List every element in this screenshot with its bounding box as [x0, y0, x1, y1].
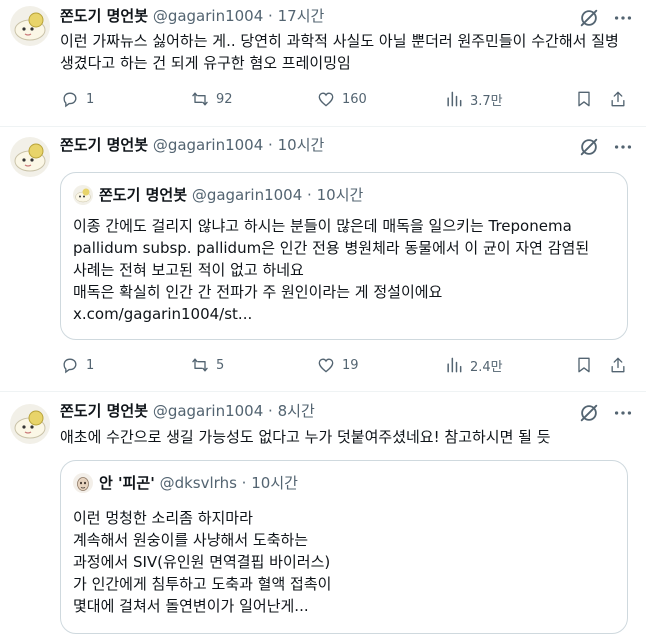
retweet-icon: [192, 92, 208, 106]
quote-line: 가 인간에게 침투하고 도축과 혈액 접촉이: [73, 575, 332, 593]
separator: ·: [268, 7, 273, 25]
display-name[interactable]: 쫀도기 명언봇: [60, 402, 148, 420]
quote-link[interactable]: x.com/gagarin1004/st...: [73, 303, 613, 325]
grok-icon[interactable]: [578, 7, 600, 29]
timestamp[interactable]: 10시간: [278, 136, 325, 154]
tweet-text: 이런 가짜뉴스 싫어하는 게.. 당연히 과학적 사실도 아닐 뿐더러 원주민들…: [60, 32, 619, 72]
grok-icon[interactable]: [578, 402, 600, 424]
avatar[interactable]: [10, 6, 50, 46]
grok-icon[interactable]: [578, 136, 600, 158]
quote-line: 이종 간에도 걸리지 않냐고 하시는 분들이 많은데 매독을 일으키는 Trep…: [73, 217, 572, 235]
quote-avatar: [73, 473, 93, 493]
quote-header: 쫀도기 명언봇 @gagarin1004 · 10시간: [73, 185, 363, 205]
like-count: 19: [342, 357, 359, 373]
quote-display-name: 안 '피곤': [99, 474, 155, 492]
quote-handle: @dksvlrhs: [159, 474, 237, 492]
quote-line: pallidum subsp. pallidum은 인간 전용 병원체라 동물에…: [73, 239, 590, 257]
views-count: 3.7만: [470, 93, 503, 109]
tweet-3[interactable]: 쫀도기 명언봇 @gagarin1004 · 8시간 애초에 수간으로 생길 가…: [0, 392, 646, 636]
tweet-2[interactable]: 쫀도기 명언봇 @gagarin1004 · 10시간 쫀도기 명언봇 @gag…: [0, 127, 646, 391]
quote-line: 이런 멍청한 소리좀 하지마라: [73, 509, 253, 527]
avatar[interactable]: [10, 404, 50, 444]
quote-timestamp: 10시간: [316, 186, 364, 204]
like-count: 160: [342, 91, 367, 107]
reply-button[interactable]: 1: [60, 87, 94, 111]
retweet-button[interactable]: 5: [190, 353, 224, 377]
reply-icon: [63, 92, 77, 108]
views-count: 2.4만: [470, 359, 503, 375]
views-button[interactable]: 3.7만: [444, 87, 503, 111]
bookmark-icon: [578, 357, 590, 373]
display-name[interactable]: 쫀도기 명언봇: [60, 136, 148, 154]
more-icon[interactable]: [612, 136, 634, 158]
views-icon: [447, 357, 462, 373]
share-icon: [611, 357, 625, 373]
handle[interactable]: @gagarin1004: [153, 7, 263, 25]
bookmark-button[interactable]: [574, 87, 600, 111]
retweet-count: 5: [216, 357, 225, 373]
like-button[interactable]: 160: [316, 87, 367, 111]
quote-line: 매독은 확실히 인간 간 전파가 주 원인이라는 게 정설이에요: [73, 283, 443, 301]
share-button[interactable]: [608, 87, 634, 111]
quoted-tweet[interactable]: 안 '피곤' @dksvlrhs · 10시간 이런 멍청한 소리좀 하지마라 …: [60, 460, 628, 634]
handle[interactable]: @gagarin1004: [153, 136, 263, 154]
action-bar: 1 92 160 3.7만: [60, 87, 630, 111]
tweet-1[interactable]: 쫀도기 명언봇 @gagarin1004 · 17시간 이런 가짜뉴스 싫어하는…: [0, 0, 646, 126]
quote-avatar: [73, 185, 93, 205]
separator: ·: [307, 186, 312, 204]
like-button[interactable]: 19: [316, 353, 359, 377]
quote-text: 이런 멍청한 소리좀 하지마라 계속해서 원숭이를 사냥해서 도축하는 과정에서…: [73, 507, 613, 617]
tweet-header: 쫀도기 명언봇 @gagarin1004 · 10시간: [60, 135, 324, 155]
quote-handle: @gagarin1004: [191, 186, 303, 204]
avatar-image: [10, 137, 50, 177]
retweet-count: 92: [216, 91, 233, 107]
display-name[interactable]: 쫀도기 명언봇: [60, 7, 148, 25]
timestamp[interactable]: 17시간: [278, 7, 325, 25]
quote-header: 안 '피곤' @dksvlrhs · 10시간: [73, 473, 298, 493]
quote-display-name: 쫀도기 명언봇: [99, 186, 188, 204]
tweet-header: 쫀도기 명언봇 @gagarin1004 · 17시간: [60, 6, 324, 26]
separator: ·: [241, 474, 247, 492]
like-icon: [318, 358, 334, 373]
quote-line: 계속해서 원숭이를 사냥해서 도축하는: [73, 531, 309, 549]
share-icon: [611, 91, 625, 107]
tweet-header: 쫀도기 명언봇 @gagarin1004 · 8시간: [60, 401, 315, 421]
more-icon[interactable]: [612, 7, 634, 29]
handle[interactable]: @gagarin1004: [153, 402, 263, 420]
like-icon: [318, 92, 334, 107]
tweet-text: 애초에 수간으로 생길 가능성도 없다고 누가 덧붙여주셨네요! 참고하시면 될…: [60, 428, 551, 446]
quote-timestamp: 10시간: [251, 474, 298, 492]
views-icon: [447, 91, 462, 107]
reply-count: 1: [86, 357, 95, 373]
reply-button[interactable]: 1: [60, 353, 94, 377]
avatar[interactable]: [10, 137, 50, 177]
reply-icon: [63, 358, 77, 374]
separator: ·: [268, 402, 273, 420]
avatar-image: [10, 6, 50, 46]
retweet-icon: [192, 358, 208, 372]
views-button[interactable]: 2.4만: [444, 353, 503, 377]
quote-line: 과정에서 SIV(유인원 면역결핍 바이러스): [73, 553, 331, 571]
share-button[interactable]: [608, 353, 634, 377]
quote-line: 몇대에 걸쳐서 돌연변이가 일어난게...: [73, 597, 309, 615]
reply-count: 1: [86, 91, 95, 107]
bookmark-icon: [578, 91, 590, 107]
more-icon[interactable]: [612, 402, 634, 424]
separator: ·: [268, 136, 273, 154]
avatar-image: [10, 404, 50, 444]
retweet-button[interactable]: 92: [190, 87, 233, 111]
quoted-tweet[interactable]: 쫀도기 명언봇 @gagarin1004 · 10시간 이종 간에도 걸리지 않…: [60, 172, 628, 340]
quote-text: 이종 간에도 걸리지 않냐고 하시는 분들이 많은데 매독을 일으키는 Trep…: [73, 215, 613, 325]
quote-line: 사례는 전혀 보고된 적이 없고 하네요: [73, 261, 304, 279]
timestamp[interactable]: 8시간: [278, 402, 315, 420]
bookmark-button[interactable]: [574, 353, 600, 377]
action-bar: 1 5 19 2.4만: [60, 353, 630, 377]
